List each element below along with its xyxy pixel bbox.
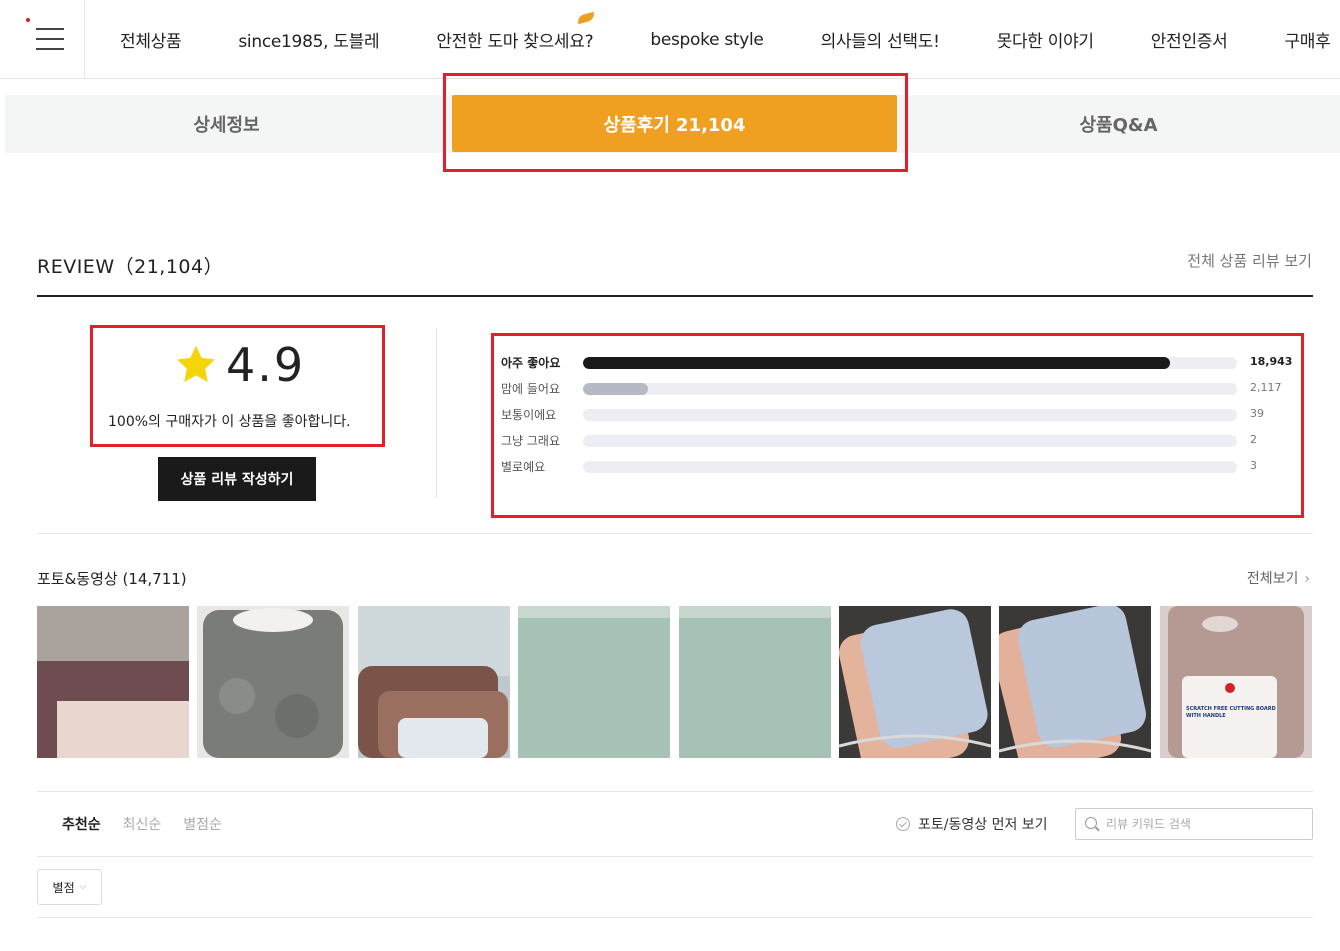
menu-icon-bar <box>36 28 64 30</box>
rating-bar-label: 맘에 들어요 <box>501 382 561 396</box>
vertical-divider <box>436 328 437 498</box>
rating-bar-track <box>583 409 1237 421</box>
review-section-title: REVIEW（21,104） <box>37 256 224 278</box>
nav-item-story[interactable]: 못다한 이야기 <box>997 27 1094 52</box>
sort-rating[interactable]: 별점순 <box>183 814 222 834</box>
package-label-line: SCRATCH FREE CUTTING BOARD <box>1186 706 1276 712</box>
rating-bar-track <box>583 435 1237 447</box>
top-nav: 전체상품 since1985, 도블레 안전한 도마 찾으세요? bespoke… <box>0 0 1340 79</box>
review-photo-thumbnail[interactable] <box>999 606 1151 758</box>
rating-bar-fill <box>583 357 1171 369</box>
rating-bar-track <box>583 357 1237 369</box>
section-rule <box>37 295 1313 297</box>
notification-dot <box>26 18 30 22</box>
mint-board-photo-2 <box>679 606 831 758</box>
rating-bar-track <box>583 383 1237 395</box>
rating-bar-label: 아주 좋아요 <box>501 356 561 370</box>
leaf-icon <box>576 11 597 25</box>
review-photo-thumbnail[interactable] <box>839 606 991 758</box>
review-search-input[interactable] <box>1106 813 1306 835</box>
rating-bar-label: 보통이에요 <box>501 408 557 422</box>
rating-bar-row: 아주 좋아요 18,943 <box>501 352 1293 378</box>
brown-board-photo <box>37 606 189 758</box>
rating-bar-label: 별로예요 <box>501 460 546 474</box>
rating-distribution: 아주 좋아요 18,943 맘에 들어요 2,117 보통이에요 39 그냥 그… <box>501 352 1293 482</box>
section-divider <box>37 917 1313 918</box>
rating-bar-count: 18,943 <box>1250 355 1293 368</box>
write-review-button[interactable]: 상품 리뷰 작성하기 <box>158 457 316 501</box>
photo-view-all-label: 전체보기 <box>1246 571 1299 587</box>
check-circle-icon <box>896 817 910 831</box>
review-search-box <box>1075 808 1313 840</box>
nav-items: 전체상품 since1985, 도블레 안전한 도마 찾으세요? bespoke… <box>120 0 1340 79</box>
gray-board-photo <box>197 606 349 758</box>
review-photo-thumbnail[interactable] <box>679 606 831 758</box>
package-label: SCRATCH FREE CUTTING BOARD WITH HANDLE <box>1186 706 1276 720</box>
menu-icon-bar <box>36 38 64 40</box>
rating-filter-dropdown[interactable]: 별점 ⌵ <box>37 869 102 905</box>
menu-icon-bar <box>36 48 64 50</box>
rating-filter-label: 별점 <box>52 880 75 895</box>
review-photo-thumbnail[interactable]: SCRATCH FREE CUTTING BOARD WITH HANDLE <box>1160 606 1312 758</box>
review-photo-thumbnail[interactable] <box>518 606 670 758</box>
nav-item-safe-board[interactable]: 안전한 도마 찾으세요? <box>436 11 597 52</box>
nav-item-certificate[interactable]: 안전인증서 <box>1151 27 1228 52</box>
rating-bar-label: 그냥 그래요 <box>501 434 561 448</box>
satisfaction-text: 100%의 구매자가 이 상품을 좋아합니다. <box>108 414 351 430</box>
photo-section-title: 포토&동영상 (14,711) <box>37 570 187 588</box>
chevron-right-icon: › <box>1304 571 1310 587</box>
view-all-reviews-link[interactable]: 전체 상품 리뷰 보기 <box>1187 250 1312 271</box>
chevron-down-icon: ⌵ <box>79 882 87 892</box>
rating-bar-track <box>583 461 1237 473</box>
rating-bar-fill <box>583 383 649 395</box>
nav-item-doctors-choice[interactable]: 의사들의 선택도! <box>821 27 940 52</box>
rating-bar-count: 2,117 <box>1250 381 1282 394</box>
score-summary: 4.9 <box>174 338 305 392</box>
nav-item-all-products[interactable]: 전체상품 <box>120 27 182 52</box>
tab-detail-info[interactable]: 상세정보 <box>5 95 448 153</box>
nav-item-bespoke[interactable]: bespoke style <box>650 30 764 50</box>
nav-item-after-purchase[interactable]: 구매후 <box>1284 27 1330 52</box>
sort-recommended[interactable]: 추천순 <box>62 814 101 834</box>
rating-bar-count: 3 <box>1250 459 1257 472</box>
sort-options: 추천순 최신순 별점순 <box>62 814 244 834</box>
star-icon <box>177 345 215 382</box>
rating-bar-row: 그냥 그래요 2 <box>501 430 1291 456</box>
review-photo-thumbnail[interactable] <box>37 606 189 758</box>
rating-bar-row: 별로예요 3 <box>501 456 1291 482</box>
nav-item-label: 안전한 도마 찾으세요? <box>436 32 594 52</box>
blue-board-rack-photo <box>999 606 1151 758</box>
hamburger-menu-button[interactable] <box>14 0 85 79</box>
pink-blue-board-rack-photo <box>839 606 991 758</box>
rating-bar-count: 2 <box>1250 433 1257 446</box>
product-tabs: 상세정보 상품후기 21,104 상품Q&A <box>5 95 1340 153</box>
rating-bar-count: 39 <box>1250 407 1264 420</box>
nav-item-since1985[interactable]: since1985, 도블레 <box>238 27 379 52</box>
average-score: 4.9 <box>226 338 306 392</box>
photo-first-toggle[interactable]: 포토/동영상 먼저 보기 <box>896 814 1048 834</box>
section-divider <box>37 533 1313 534</box>
package-label-line: WITH HANDLE <box>1186 713 1226 719</box>
mint-board-photo <box>518 606 670 758</box>
rating-bar-row: 맘에 들어요 2,117 <box>501 378 1291 404</box>
section-divider <box>37 791 1313 792</box>
photo-view-all-link[interactable]: 전체보기 › <box>1247 568 1310 588</box>
search-icon <box>1085 817 1097 829</box>
packaged-board-photo <box>1160 606 1312 758</box>
photo-first-label: 포토/동영상 먼저 보기 <box>918 817 1048 833</box>
review-photo-thumbnail[interactable] <box>197 606 349 758</box>
review-photo-thumbnail[interactable] <box>358 606 510 758</box>
stacked-boards-photo <box>358 606 510 758</box>
tab-reviews[interactable]: 상품후기 21,104 <box>452 95 897 152</box>
tab-qna[interactable]: 상품Q&A <box>897 95 1340 153</box>
section-divider <box>37 856 1313 857</box>
sort-latest[interactable]: 최신순 <box>123 814 162 834</box>
rating-bar-row: 보통이에요 39 <box>501 404 1291 430</box>
